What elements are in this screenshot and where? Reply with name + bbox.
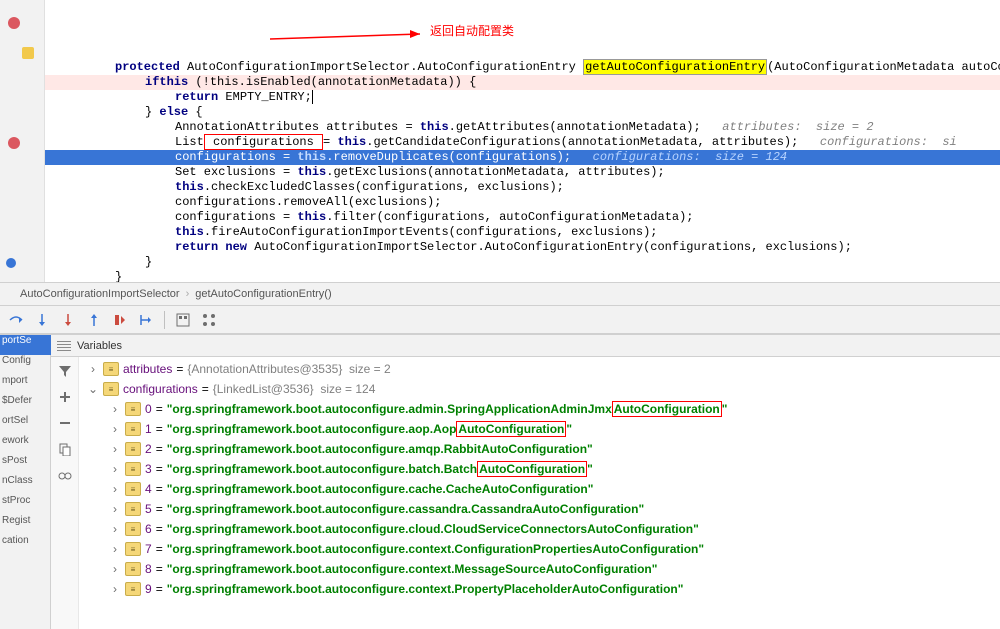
tree-toggle-icon[interactable]: › — [109, 482, 121, 496]
annotation-arrow — [270, 29, 430, 49]
breadcrumb-class[interactable]: AutoConfigurationImportSelector — [20, 288, 180, 300]
variables-tree[interactable]: ›≡attributes={AnnotationAttributes@3535}… — [79, 357, 1000, 629]
code-line[interactable]: this.checkExcludedClasses(configurations… — [45, 180, 1000, 195]
step-over-button[interactable] — [4, 308, 28, 332]
code-line[interactable]: List configurations = this.getCandidateC… — [45, 135, 1000, 150]
drop-frame-button[interactable] — [108, 308, 132, 332]
frame-tab[interactable]: nClass — [0, 475, 51, 495]
method-marker-icon — [6, 258, 16, 268]
field-icon: ≡ — [125, 502, 141, 516]
variables-header: Variables — [51, 335, 1000, 357]
code-line[interactable]: Set exclusions = this.getExclusions(anno… — [45, 165, 1000, 180]
code-line[interactable]: protected AutoConfigurationImportSelecto… — [45, 60, 1000, 75]
field-icon: ≡ — [103, 362, 119, 376]
tree-toggle-icon[interactable]: ⌄ — [87, 382, 99, 396]
breakpoint-icon[interactable] — [8, 17, 20, 29]
remove-watch-icon[interactable] — [55, 413, 75, 433]
code-line[interactable]: AnnotationAttributes attributes = this.g… — [45, 120, 1000, 135]
code-editor-area: 返回自动配置类 protected AutoConfigurationImpor… — [0, 0, 1000, 282]
code-line[interactable]: } — [45, 270, 1000, 282]
variable-item-row[interactable]: ›≡1="org.springframework.boot.autoconfig… — [79, 419, 1000, 439]
breakpoint-icon[interactable] — [8, 137, 20, 149]
glasses-icon[interactable] — [55, 465, 75, 485]
frame-tab[interactable]: Config — [0, 355, 51, 375]
code-line[interactable]: configurations = this.removeDuplicates(c… — [45, 150, 1000, 165]
editor-gutter — [0, 0, 45, 282]
evaluate-expression-button[interactable] — [171, 308, 195, 332]
variable-item-row[interactable]: ›≡5="org.springframework.boot.autoconfig… — [79, 499, 1000, 519]
frame-tab[interactable]: Regist — [0, 515, 51, 535]
copy-icon[interactable] — [55, 439, 75, 459]
field-icon: ≡ — [125, 442, 141, 456]
debug-toolbar — [0, 306, 1000, 334]
tree-toggle-icon[interactable]: › — [109, 542, 121, 556]
field-icon: ≡ — [125, 522, 141, 536]
breadcrumb-separator: › — [186, 288, 190, 300]
tree-toggle-icon[interactable]: › — [109, 442, 121, 456]
variable-item-row[interactable]: ›≡2="org.springframework.boot.autoconfig… — [79, 439, 1000, 459]
tree-toggle-icon[interactable]: › — [109, 422, 121, 436]
frame-tab[interactable]: cation — [0, 535, 51, 555]
toolbar-separator — [164, 311, 165, 329]
field-icon: ≡ — [125, 482, 141, 496]
variable-item-row[interactable]: ›≡3="org.springframework.boot.autoconfig… — [79, 459, 1000, 479]
frame-tab[interactable]: portSe — [0, 335, 51, 355]
variable-item-row[interactable]: ›≡0="org.springframework.boot.autoconfig… — [79, 399, 1000, 419]
trace-button[interactable] — [197, 308, 221, 332]
variable-item-row[interactable]: ›≡9="org.springframework.boot.autoconfig… — [79, 579, 1000, 599]
frame-tab[interactable]: $Defer — [0, 395, 51, 415]
tree-toggle-icon[interactable]: › — [109, 462, 121, 476]
variable-row[interactable]: ⌄≡configurations={LinkedList@3536} size … — [79, 379, 1000, 399]
variable-item-row[interactable]: ›≡8="org.springframework.boot.autoconfig… — [79, 559, 1000, 579]
tree-toggle-icon[interactable]: › — [87, 362, 99, 376]
code-line[interactable]: ifthis (!this.isEnabled(annotationMetada… — [45, 75, 1000, 90]
field-icon: ≡ — [103, 382, 119, 396]
variables-panel: portSeConfigmport$DeferortSeleworksPostn… — [0, 334, 1000, 629]
variables-header-icon — [57, 341, 71, 351]
code-line[interactable]: this.fireAutoConfigurationImportEvents(c… — [45, 225, 1000, 240]
frame-tab[interactable]: mport — [0, 375, 51, 395]
tree-toggle-icon[interactable]: › — [109, 502, 121, 516]
code-line[interactable]: configurations = this.filter(configurati… — [45, 210, 1000, 225]
tree-toggle-icon[interactable]: › — [109, 522, 121, 536]
run-to-cursor-button[interactable] — [134, 308, 158, 332]
frame-tab[interactable]: ework — [0, 435, 51, 455]
code-line[interactable]: return new AutoConfigurationImportSelect… — [45, 240, 1000, 255]
frame-tab[interactable]: sPost — [0, 455, 51, 475]
variables-title: Variables — [77, 340, 122, 352]
field-icon: ≡ — [125, 582, 141, 596]
add-watch-icon[interactable] — [55, 387, 75, 407]
field-icon: ≡ — [125, 402, 141, 416]
annotation-text: 返回自动配置类 — [430, 24, 514, 39]
field-icon: ≡ — [125, 462, 141, 476]
code-line[interactable]: } else { — [45, 105, 1000, 120]
code-content[interactable]: 返回自动配置类 protected AutoConfigurationImpor… — [45, 0, 1000, 282]
variable-row[interactable]: ›≡attributes={AnnotationAttributes@3535}… — [79, 359, 1000, 379]
variable-item-row[interactable]: ›≡4="org.springframework.boot.autoconfig… — [79, 479, 1000, 499]
field-icon: ≡ — [125, 542, 141, 556]
tree-toggle-icon[interactable]: › — [109, 562, 121, 576]
variables-side-toolbar — [51, 357, 79, 629]
field-icon: ≡ — [125, 422, 141, 436]
frame-tab[interactable]: ortSel — [0, 415, 51, 435]
code-line[interactable]: } — [45, 255, 1000, 270]
force-step-into-button[interactable] — [56, 308, 80, 332]
variable-item-row[interactable]: ›≡7="org.springframework.boot.autoconfig… — [79, 539, 1000, 559]
field-icon: ≡ — [125, 562, 141, 576]
tree-toggle-icon[interactable]: › — [109, 582, 121, 596]
step-out-button[interactable] — [82, 308, 106, 332]
filter-icon[interactable] — [55, 361, 75, 381]
code-line[interactable]: configurations.removeAll(exclusions); — [45, 195, 1000, 210]
frame-tab[interactable]: stProc — [0, 495, 51, 515]
frames-tabs: portSeConfigmport$DeferortSeleworksPostn… — [0, 335, 51, 629]
code-line[interactable]: return EMPTY_ENTRY; — [45, 90, 1000, 105]
breadcrumb-bar: AutoConfigurationImportSelector › getAut… — [0, 282, 1000, 306]
tree-toggle-icon[interactable]: › — [109, 402, 121, 416]
variable-item-row[interactable]: ›≡6="org.springframework.boot.autoconfig… — [79, 519, 1000, 539]
bulb-icon[interactable] — [22, 47, 34, 59]
breadcrumb-method[interactable]: getAutoConfigurationEntry() — [195, 288, 331, 300]
step-into-button[interactable] — [30, 308, 54, 332]
